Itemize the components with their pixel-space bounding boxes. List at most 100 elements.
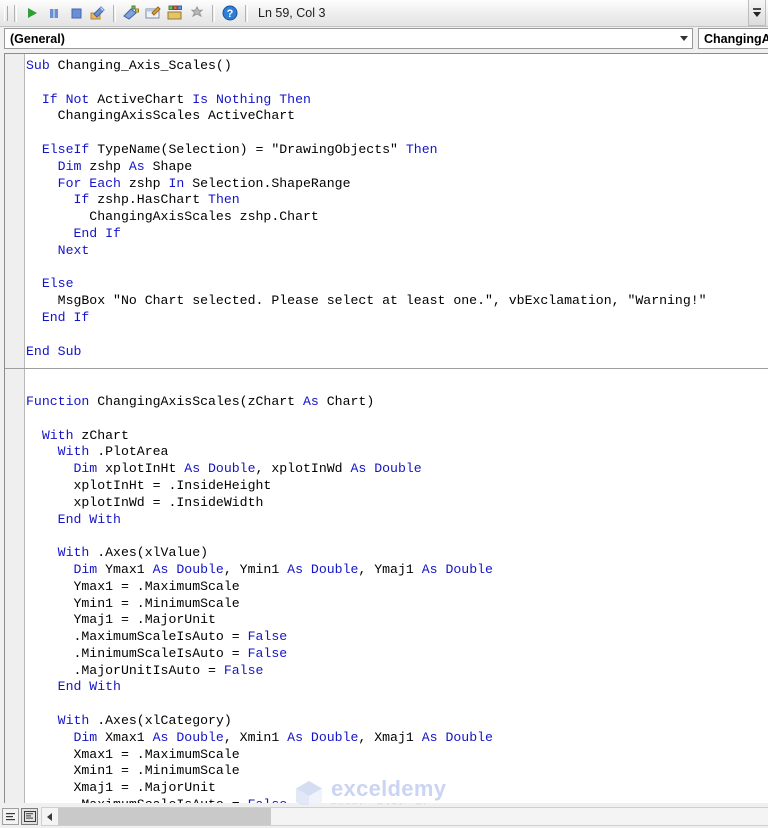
code-line[interactable]: Sub Changing_Axis_Scales() xyxy=(26,58,768,75)
code-line[interactable] xyxy=(26,411,768,428)
code-line[interactable]: ElseIf TypeName(Selection) = "DrawingObj… xyxy=(26,142,768,159)
code-keyword: Is Nothing Then xyxy=(192,91,311,107)
full-module-view-button[interactable] xyxy=(21,808,38,825)
code-keyword: If xyxy=(26,192,98,208)
code-keyword: Next xyxy=(26,242,90,258)
code-line[interactable]: With .Axes(xlValue) xyxy=(26,545,768,562)
svg-text:?: ? xyxy=(227,8,234,20)
code-line[interactable]: If Not ActiveChart Is Nothing Then xyxy=(26,92,768,109)
toolbar-overflow-bar xyxy=(753,8,761,10)
toolbox-button[interactable] xyxy=(186,2,208,24)
procedure-dropdown[interactable]: ChangingAx xyxy=(698,28,768,49)
help-button[interactable]: ? xyxy=(219,2,241,24)
code-line[interactable]: ChangingAxisScales zshp.Chart xyxy=(26,209,768,226)
code-line[interactable]: End If xyxy=(26,226,768,243)
code-line[interactable]: With .Axes(xlCategory) xyxy=(26,713,768,730)
code-keyword: End If xyxy=(26,309,90,325)
code-line[interactable] xyxy=(26,327,768,344)
code-token: ChangingAxisScales ActiveChart xyxy=(26,108,296,124)
procedure-view-button[interactable] xyxy=(2,808,19,825)
code-keyword: With xyxy=(26,444,98,460)
code-line[interactable]: Function ChangingAxisScales(zChart As Ch… xyxy=(26,394,768,411)
design-mode-button[interactable] xyxy=(87,2,109,24)
code-line[interactable]: Dim xplotInHt As Double, xplotInWd As Do… xyxy=(26,461,768,478)
code-line[interactable]: If zshp.HasChart Then xyxy=(26,192,768,209)
code-line[interactable]: .MaximumScaleIsAuto = False xyxy=(26,629,768,646)
code-token: zshp xyxy=(128,175,169,191)
toolbar-grip[interactable] xyxy=(1,4,10,22)
run-macro-button[interactable] xyxy=(21,2,43,24)
object-browser-button[interactable] xyxy=(164,2,186,24)
code-line[interactable]: Dim Xmax1 As Double, Xmin1 As Double, Xm… xyxy=(26,730,768,747)
code-line[interactable]: Ymaj1 = .MajorUnit xyxy=(26,612,768,629)
horizontal-scrollbar[interactable] xyxy=(41,807,768,826)
code-line[interactable]: End With xyxy=(26,512,768,529)
code-line[interactable]: Xmax1 = .MaximumScale xyxy=(26,747,768,764)
code-line[interactable]: Ymax1 = .MaximumScale xyxy=(26,579,768,596)
code-line[interactable]: .MaximumScaleIsAuto = False xyxy=(26,797,768,803)
project-explorer-button[interactable] xyxy=(120,2,142,24)
object-dropdown[interactable]: (General) xyxy=(4,28,693,49)
code-line[interactable]: Dim Ymax1 As Double, Ymin1 As Double, Ym… xyxy=(26,562,768,579)
horizontal-scrollbar-thumb[interactable] xyxy=(58,808,271,825)
procedure-dropdown-value: ChangingAx xyxy=(704,31,768,46)
properties-window-button[interactable] xyxy=(142,2,164,24)
code-keyword: ElseIf xyxy=(26,141,98,157)
code-token: Xmax1 xyxy=(105,729,153,745)
code-line[interactable] xyxy=(26,696,768,713)
code-token: , Ymaj1 xyxy=(358,561,422,577)
code-keyword: As Double xyxy=(152,729,224,745)
code-keyword: As xyxy=(303,393,327,409)
reset-button[interactable] xyxy=(65,2,87,24)
code-line[interactable]: Dim zshp As Shape xyxy=(26,159,768,176)
code-token: ChangingAxisScales zshp.Chart xyxy=(26,209,319,225)
code-editor-pane[interactable]: Sub Changing_Axis_Scales() If Not Active… xyxy=(4,53,768,803)
code-line[interactable]: With .PlotArea xyxy=(26,444,768,461)
chevron-down-icon xyxy=(753,12,761,17)
code-token: , Ymin1 xyxy=(223,561,288,577)
code-line[interactable]: xplotInWd = .InsideWidth xyxy=(26,495,768,512)
scroll-left-arrow-icon[interactable] xyxy=(42,808,57,825)
code-line[interactable] xyxy=(26,260,768,277)
code-text[interactable]: Sub Changing_Axis_Scales() If Not Active… xyxy=(5,54,768,803)
margin-indicator-bar[interactable] xyxy=(5,54,25,803)
code-token: Shape xyxy=(152,158,193,174)
vba-editor-window: ? Ln 59, Col 3 (General) ChangingAx Sub … xyxy=(0,0,768,828)
code-token: .Axes(xlValue) xyxy=(97,545,209,561)
code-keyword: Function xyxy=(26,393,98,409)
code-line[interactable]: Ymin1 = .MinimumScale xyxy=(26,596,768,613)
code-line[interactable]: End Sub xyxy=(26,344,768,361)
code-line[interactable] xyxy=(26,75,768,92)
code-keyword: False xyxy=(247,645,288,661)
break-button[interactable] xyxy=(43,2,65,24)
code-line[interactable]: End With xyxy=(26,679,768,696)
code-line[interactable] xyxy=(26,125,768,142)
code-token: MsgBox "No Chart selected. Please select… xyxy=(26,293,707,309)
code-line[interactable]: For Each zshp In Selection.ShapeRange xyxy=(26,176,768,193)
code-token: .MaximumScaleIsAuto = xyxy=(26,797,248,803)
code-keyword: End With xyxy=(26,511,121,527)
code-line[interactable]: Xmin1 = .MinimumScale xyxy=(26,763,768,780)
code-keyword: With xyxy=(26,713,98,729)
code-line[interactable]: Else xyxy=(26,276,768,293)
code-line[interactable]: Next xyxy=(26,243,768,260)
code-keyword: As Double xyxy=(287,561,359,577)
code-line[interactable]: MsgBox "No Chart selected. Please select… xyxy=(26,293,768,310)
toolbar-overflow-button[interactable] xyxy=(748,0,766,26)
code-line[interactable]: With zChart xyxy=(26,428,768,445)
code-line[interactable] xyxy=(26,377,768,394)
code-line[interactable]: End If xyxy=(26,310,768,327)
code-token: Chart) xyxy=(326,393,375,409)
code-token: zshp xyxy=(89,158,129,174)
code-line[interactable]: xplotInHt = .InsideHeight xyxy=(26,478,768,495)
code-line[interactable]: Xmaj1 = .MajorUnit xyxy=(26,780,768,797)
code-line[interactable] xyxy=(26,528,768,545)
chevron-down-icon[interactable] xyxy=(675,29,692,48)
code-keyword: As Double xyxy=(421,561,493,577)
code-line[interactable]: .MinimumScaleIsAuto = False xyxy=(26,646,768,663)
code-line[interactable]: .MajorUnitIsAuto = False xyxy=(26,663,768,680)
toolbar-separator xyxy=(14,4,17,22)
code-line[interactable]: ChangingAxisScales ActiveChart xyxy=(26,108,768,125)
object-dropdown-value: (General) xyxy=(10,31,65,46)
code-keyword: As xyxy=(128,158,153,174)
